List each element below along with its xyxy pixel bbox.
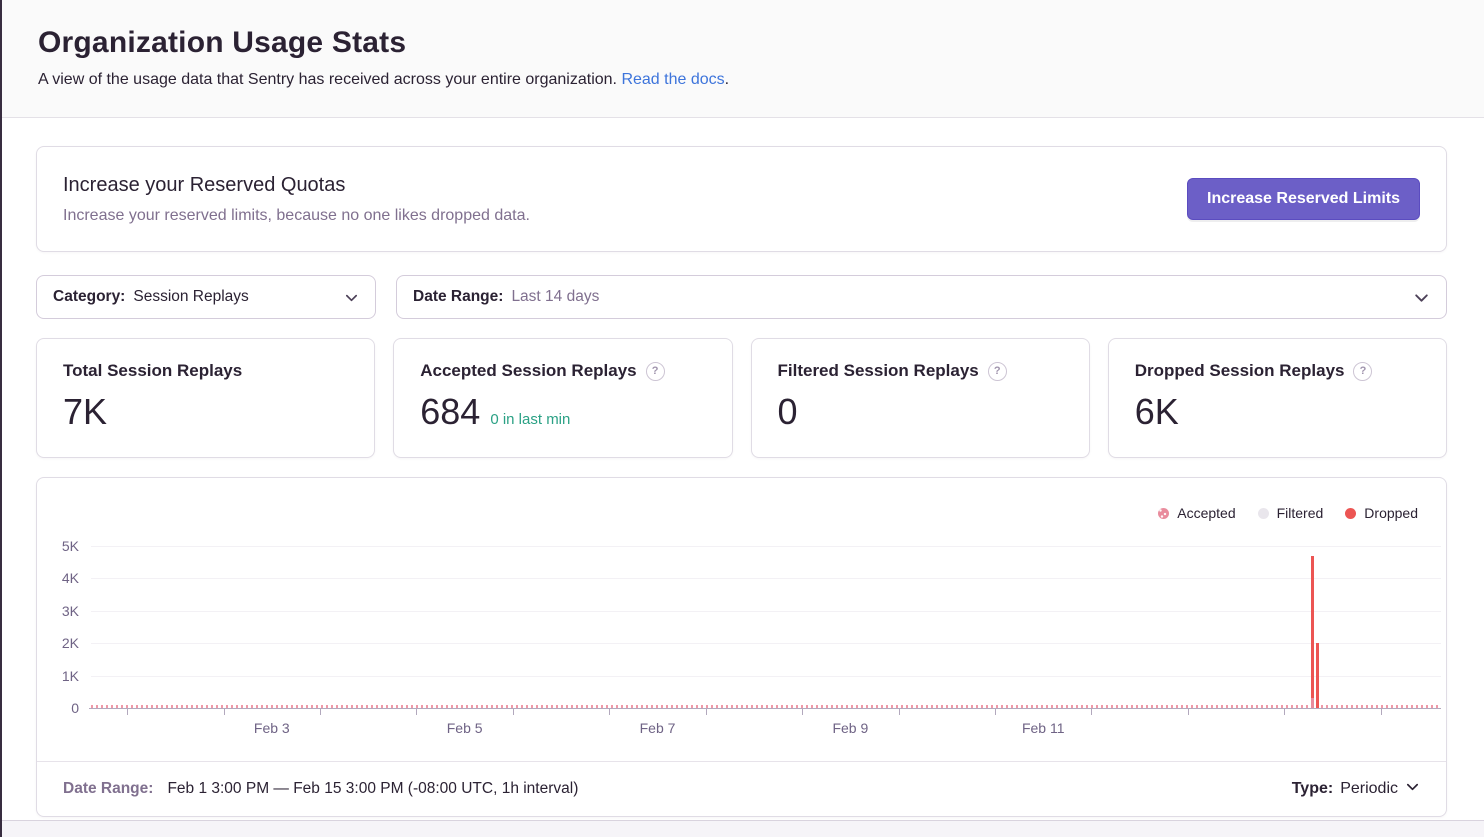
x-axis-tick bbox=[1188, 709, 1189, 715]
y-axis-tick-label: 3K bbox=[33, 602, 79, 620]
chart-gridline bbox=[91, 611, 1441, 612]
read-the-docs-link[interactable]: Read the docs bbox=[621, 71, 724, 88]
chart-footer-date-range-label: Date Range: bbox=[63, 780, 153, 798]
stat-card-title-text: Filtered Session Replays bbox=[778, 361, 979, 381]
stat-card-title: Filtered Session Replays ? bbox=[778, 361, 1063, 381]
chart-type-value: Periodic bbox=[1340, 780, 1398, 798]
chevron-down-icon bbox=[344, 290, 359, 305]
reserved-quotas-card: Increase your Reserved Quotas Increase y… bbox=[36, 146, 1447, 252]
chevron-down-icon bbox=[1413, 289, 1430, 306]
date-range-select-value: Last 14 days bbox=[511, 288, 599, 306]
stat-card-title-text: Total Session Replays bbox=[63, 361, 242, 381]
reserved-quotas-description: Increase your reserved limits, because n… bbox=[63, 207, 530, 225]
y-axis-tick-label: 2K bbox=[33, 634, 79, 652]
stat-card-title-text: Dropped Session Replays bbox=[1135, 361, 1345, 381]
page-bottom-gutter bbox=[0, 820, 1484, 837]
x-axis-tick bbox=[995, 709, 996, 715]
stat-card-value: 684 bbox=[420, 394, 480, 430]
usage-chart-card: Accepted Filtered Dropped 01K2K3K4K5KFeb… bbox=[36, 477, 1447, 817]
x-axis-tick bbox=[127, 709, 128, 715]
y-axis-tick-label: 0 bbox=[33, 699, 79, 717]
stat-card-subtext: 0 in last min bbox=[490, 411, 570, 428]
stat-card-accepted: Accepted Session Replays ? 684 0 in last… bbox=[393, 338, 732, 458]
chart-plot[interactable]: 01K2K3K4K5KFeb 3Feb 5Feb 7Feb 9Feb 11 bbox=[91, 546, 1441, 708]
x-axis-tick-label: Feb 11 bbox=[1003, 720, 1083, 736]
stat-card-title: Dropped Session Replays ? bbox=[1135, 361, 1420, 381]
y-axis-tick-label: 5K bbox=[33, 537, 79, 555]
x-axis-tick bbox=[416, 709, 417, 715]
category-select-value: Session Replays bbox=[133, 288, 248, 306]
page-title: Organization Usage Stats bbox=[38, 26, 1447, 60]
x-axis-tick bbox=[1284, 709, 1285, 715]
chart-legend: Accepted Filtered Dropped bbox=[1158, 505, 1418, 521]
chart-gridline bbox=[91, 676, 1441, 677]
category-select-label: Category: bbox=[53, 288, 125, 306]
x-axis-line bbox=[89, 708, 1441, 709]
x-axis-tick bbox=[609, 709, 610, 715]
main-content: Increase your Reserved Quotas Increase y… bbox=[0, 119, 1484, 820]
help-icon[interactable]: ? bbox=[1353, 362, 1372, 381]
x-axis-tick bbox=[224, 709, 225, 715]
stat-card-title: Accepted Session Replays ? bbox=[420, 361, 705, 381]
stat-card-title: Total Session Replays bbox=[63, 361, 348, 381]
content-left-border bbox=[0, 0, 2, 837]
page-header: Organization Usage Stats A view of the u… bbox=[0, 0, 1484, 118]
category-select[interactable]: Category: Session Replays bbox=[36, 275, 376, 319]
date-range-select[interactable]: Date Range: Last 14 days bbox=[396, 275, 1447, 319]
help-icon[interactable]: ? bbox=[646, 362, 665, 381]
x-axis-tick-label: Feb 3 bbox=[232, 720, 312, 736]
filtered-series-dot-icon bbox=[1258, 508, 1269, 519]
reserved-quotas-title: Increase your Reserved Quotas bbox=[63, 174, 530, 197]
x-axis-tick bbox=[899, 709, 900, 715]
legend-label: Accepted bbox=[1177, 505, 1235, 521]
page-subtitle-text: A view of the usage data that Sentry has… bbox=[38, 71, 621, 88]
legend-item-dropped[interactable]: Dropped bbox=[1345, 505, 1418, 521]
chart-type-label: Type: bbox=[1292, 780, 1333, 798]
stat-card-title-text: Accepted Session Replays bbox=[420, 361, 636, 381]
legend-item-accepted[interactable]: Accepted bbox=[1158, 505, 1235, 521]
chart-footer-date-range: Date Range: Feb 1 3:00 PM — Feb 15 3:00 … bbox=[63, 780, 578, 798]
dropped-series-dot-icon bbox=[1345, 508, 1356, 519]
page-subtitle: A view of the usage data that Sentry has… bbox=[38, 71, 1447, 89]
dropped-series-bar bbox=[1311, 556, 1314, 699]
reserved-quotas-text: Increase your Reserved Quotas Increase y… bbox=[63, 174, 530, 225]
x-axis-tick bbox=[513, 709, 514, 715]
chart-footer-date-range-value: Feb 1 3:00 PM — Feb 15 3:00 PM (-08:00 U… bbox=[167, 780, 578, 798]
filter-row: Category: Session Replays Date Range: La… bbox=[36, 275, 1447, 319]
legend-item-filtered[interactable]: Filtered bbox=[1258, 505, 1324, 521]
x-axis-tick bbox=[802, 709, 803, 715]
accepted-series-bar bbox=[1311, 698, 1314, 708]
stat-card-value: 7K bbox=[63, 394, 107, 430]
x-axis-tick-label: Feb 7 bbox=[618, 720, 698, 736]
chart-gridline bbox=[91, 546, 1441, 547]
accepted-series-dot-icon bbox=[1158, 508, 1169, 519]
x-axis-tick bbox=[706, 709, 707, 715]
stat-card-filtered: Filtered Session Replays ? 0 bbox=[751, 338, 1090, 458]
chart-gridline bbox=[91, 578, 1441, 579]
chart-footer: Date Range: Feb 1 3:00 PM — Feb 15 3:00 … bbox=[37, 761, 1446, 816]
increase-reserved-limits-button[interactable]: Increase Reserved Limits bbox=[1187, 178, 1420, 220]
chevron-down-icon bbox=[1405, 779, 1420, 799]
x-axis-tick bbox=[1381, 709, 1382, 715]
x-axis-tick bbox=[320, 709, 321, 715]
y-axis-tick-label: 4K bbox=[33, 569, 79, 587]
chart-gridline bbox=[91, 643, 1441, 644]
x-axis-tick bbox=[1091, 709, 1092, 715]
dropped-series-bar bbox=[1316, 643, 1319, 708]
accepted-series-baseline bbox=[91, 705, 1441, 708]
legend-label: Dropped bbox=[1364, 505, 1418, 521]
page-subtitle-period: . bbox=[725, 71, 729, 88]
x-axis-tick-label: Feb 5 bbox=[425, 720, 505, 736]
date-range-select-label: Date Range: bbox=[413, 288, 503, 306]
x-axis-tick-label: Feb 9 bbox=[810, 720, 890, 736]
stat-card-total: Total Session Replays 7K bbox=[36, 338, 375, 458]
stat-card-value: 0 bbox=[778, 394, 798, 430]
help-icon[interactable]: ? bbox=[988, 362, 1007, 381]
legend-label: Filtered bbox=[1277, 505, 1324, 521]
chart-type-select[interactable]: Type: Periodic bbox=[1292, 779, 1420, 799]
y-axis-tick-label: 1K bbox=[33, 667, 79, 685]
stat-card-value: 6K bbox=[1135, 394, 1179, 430]
stat-cards-row: Total Session Replays 7K Accepted Sessio… bbox=[36, 338, 1447, 458]
stat-card-dropped: Dropped Session Replays ? 6K bbox=[1108, 338, 1447, 458]
